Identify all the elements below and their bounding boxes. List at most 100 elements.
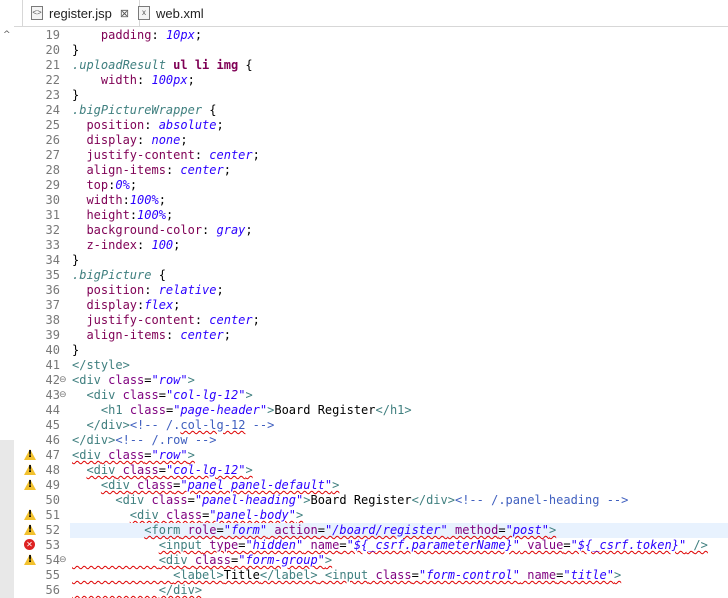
code-text[interactable]: <div class="col-lg-12"> — [72, 388, 252, 403]
code-line[interactable]: 27 justify-content: center; — [0, 148, 728, 163]
code-line[interactable]: 42 ⊖ <div class="row"> — [0, 373, 728, 388]
code-text[interactable]: </style> — [72, 358, 130, 373]
code-text[interactable]: } — [72, 253, 79, 268]
code-text[interactable]: } — [72, 88, 79, 103]
warning-marker-icon[interactable]: ! — [24, 464, 36, 476]
code-line[interactable]: 22 width: 100px; — [0, 73, 728, 88]
code-line[interactable]: 46 </div><!-- /.row --> — [0, 433, 728, 448]
code-line[interactable]: 20} — [0, 43, 728, 58]
code-line[interactable]: 47! <div class="row"> — [0, 448, 728, 463]
line-number: 19 — [45, 28, 60, 42]
code-line[interactable]: 56 </div> — [0, 583, 728, 598]
warning-marker-icon[interactable]: ! — [24, 449, 36, 461]
code-line[interactable]: 26 display: none; — [0, 133, 728, 148]
line-number: 37 — [45, 298, 60, 312]
code-line[interactable]: 54! ⊖ <div class="form-group"> — [0, 553, 728, 568]
code-text[interactable]: </div> — [72, 583, 202, 598]
code-text[interactable]: <div class="panel panel-default"> — [72, 478, 339, 493]
code-text[interactable]: align-items: center; — [72, 163, 231, 178]
code-line[interactable]: 53 ✕ <input type="hidden" name="${_csrf.p… — [0, 538, 728, 553]
warning-marker-icon[interactable]: ! — [24, 524, 36, 536]
close-tab-icon[interactable]: ⊠ — [120, 7, 129, 20]
code-text[interactable]: <form role="form" action="/board/registe… — [72, 523, 556, 538]
code-text[interactable]: height:100%; — [72, 208, 173, 223]
code-text[interactable]: width: 100px; — [72, 73, 195, 88]
code-text[interactable]: <div class="row"> — [72, 373, 195, 388]
code-line[interactable]: 49! <div class="panel panel-default"> — [0, 478, 728, 493]
code-line[interactable]: 41 </style> — [0, 358, 728, 373]
code-text[interactable]: position: absolute; — [72, 118, 223, 133]
code-text[interactable]: </div><!-- /.col-lg-12 --> — [72, 418, 274, 433]
code-line[interactable]: 45 </div><!-- /.col-lg-12 --> — [0, 418, 728, 433]
code-text[interactable]: </div><!-- /.row --> — [72, 433, 217, 448]
code-text[interactable]: display:flex; — [72, 298, 180, 313]
code-text[interactable]: .uploadResult ul li img { — [72, 58, 253, 73]
code-text[interactable]: width:100%; — [72, 193, 166, 208]
code-text[interactable]: <div class="form-group"> — [72, 553, 332, 568]
line-number: 23 — [45, 88, 60, 102]
code-line[interactable]: 40} — [0, 343, 728, 358]
code-line[interactable]: 19 padding: 10px; — [0, 28, 728, 43]
code-line[interactable]: 32 background-color: gray; — [0, 223, 728, 238]
code-text[interactable]: .bigPicture { — [72, 268, 166, 283]
fold-toggle-icon[interactable]: ⊖ — [59, 373, 69, 388]
jsp-file-icon: <> — [31, 6, 43, 20]
code-text[interactable]: <div class="row"> — [72, 448, 195, 463]
fold-toggle-icon[interactable]: ⊖ — [59, 553, 69, 568]
warning-marker-icon[interactable]: ! — [24, 554, 36, 566]
code-line[interactable]: 24 .bigPictureWrapper { — [0, 103, 728, 118]
tab-web-xml[interactable]: x web.xml — [138, 0, 218, 26]
code-text[interactable]: z-index: 100; — [72, 238, 180, 253]
tab-label: web.xml — [156, 5, 204, 21]
code-line[interactable]: 51! <div class="panel-body"> — [0, 508, 728, 523]
fold-toggle-icon[interactable]: ⊖ — [59, 388, 69, 403]
code-text[interactable]: <h1 class="page-header">Board Register</… — [72, 403, 412, 418]
code-line[interactable]: 44 <h1 class="page-header">Board Registe… — [0, 403, 728, 418]
code-line[interactable]: 33 z-index: 100; — [0, 238, 728, 253]
code-line[interactable]: 30 width:100%; — [0, 193, 728, 208]
line-number: 45 — [45, 418, 60, 432]
warning-marker-icon[interactable]: ! — [24, 509, 36, 521]
code-line[interactable]: 52! <form role="form" action="/board/reg… — [0, 523, 728, 538]
code-text[interactable]: display: none; — [72, 133, 187, 148]
code-line[interactable]: 29 top:0%; — [0, 178, 728, 193]
editor-tab-bar: <> register.jsp ⊠ x web.xml — [0, 0, 728, 27]
error-marker-icon[interactable]: ✕ — [24, 539, 35, 550]
code-line[interactable]: 28 align-items: center; — [0, 163, 728, 178]
code-text[interactable]: <div class="col-lg-12"> — [72, 463, 252, 478]
code-line[interactable]: 35 .bigPicture { — [0, 268, 728, 283]
code-line[interactable]: 36 position: relative; — [0, 283, 728, 298]
code-text[interactable]: top:0%; — [72, 178, 137, 193]
warning-marker-icon[interactable]: ! — [24, 479, 36, 491]
code-text[interactable]: justify-content: center; — [72, 148, 259, 163]
code-text[interactable]: <div class="panel-body"> — [72, 508, 303, 523]
code-line[interactable]: 25 position: absolute; — [0, 118, 728, 133]
code-line[interactable]: 38 justify-content: center; — [0, 313, 728, 328]
code-text[interactable]: justify-content: center; — [72, 313, 259, 328]
code-text[interactable]: <div class="panel-heading">Board Registe… — [72, 493, 628, 508]
code-text[interactable]: <label>Title</label> <input class="form-… — [72, 568, 621, 583]
line-number: 22 — [45, 73, 60, 87]
tab-register-jsp[interactable]: <> register.jsp ⊠ — [22, 0, 140, 26]
code-line[interactable]: 39 align-items: center; — [0, 328, 728, 343]
code-text[interactable]: padding: 10px; — [72, 28, 202, 43]
code-line[interactable]: 50 <div class="panel-heading">Board Regi… — [0, 493, 728, 508]
code-line[interactable]: 43 ⊖ <div class="col-lg-12"> — [0, 388, 728, 403]
code-line[interactable]: 31 height:100%; — [0, 208, 728, 223]
code-text[interactable]: <input type="hidden" name="${_csrf.param… — [72, 538, 708, 553]
code-text[interactable]: position: relative; — [72, 283, 223, 298]
line-number: 20 — [45, 43, 60, 57]
line-number: 40 — [45, 343, 60, 357]
code-line[interactable]: 34} — [0, 253, 728, 268]
line-number: 50 — [45, 493, 60, 507]
code-line[interactable]: 21 .uploadResult ul li img { — [0, 58, 728, 73]
code-text[interactable]: } — [72, 343, 79, 358]
code-text[interactable]: align-items: center; — [72, 328, 231, 343]
code-text[interactable]: } — [72, 43, 79, 58]
code-line[interactable]: 23} — [0, 88, 728, 103]
code-line[interactable]: 55 <label>Title</label> <input class="fo… — [0, 568, 728, 583]
code-text[interactable]: background-color: gray; — [72, 223, 252, 238]
code-line[interactable]: 48! <div class="col-lg-12"> — [0, 463, 728, 478]
code-line[interactable]: 37 display:flex; — [0, 298, 728, 313]
code-text[interactable]: .bigPictureWrapper { — [72, 103, 217, 118]
